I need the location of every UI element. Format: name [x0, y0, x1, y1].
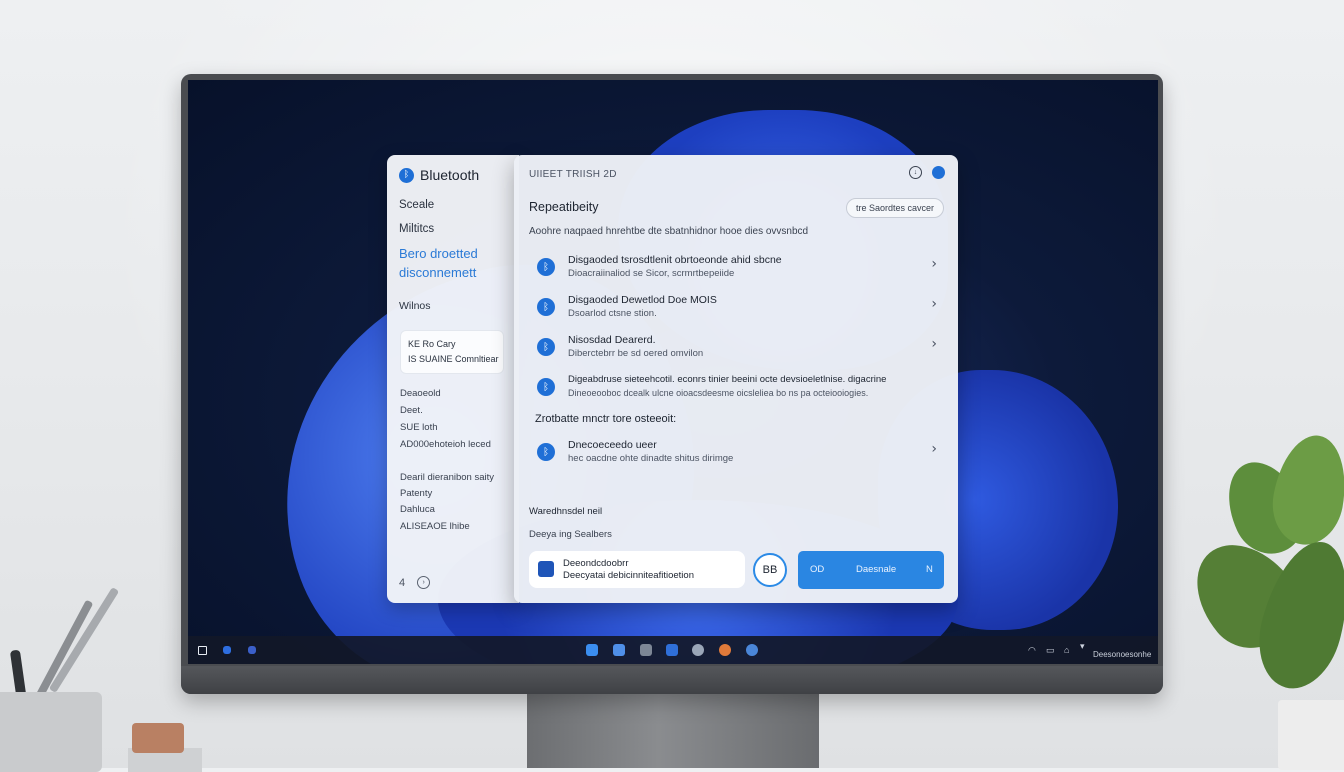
- pairing-ring-button[interactable]: BB: [753, 553, 787, 587]
- file-explorer-icon[interactable]: [613, 644, 625, 656]
- battery-icon[interactable]: ⌂: [1064, 645, 1069, 655]
- pen-holder: [0, 692, 102, 772]
- device-row[interactable]: ᛒ Dnecoeceedo ueer hec oacdne ohte dinad…: [537, 437, 937, 473]
- search-icon[interactable]: [223, 646, 231, 654]
- footer-title: Waredhnsdel neil: [529, 506, 603, 517]
- notes-icon[interactable]: [640, 644, 652, 656]
- chevron-right-icon[interactable]: ›: [931, 336, 937, 352]
- footer-subtitle: Deeya ing Sealbers: [529, 529, 612, 540]
- breadcrumb: UIIEET TRIISH 2D: [529, 169, 617, 180]
- store-icon[interactable]: [666, 644, 678, 656]
- sidebar-group-item[interactable]: Patenty: [400, 488, 432, 499]
- sidebar-group-item[interactable]: Deaoeold: [400, 388, 441, 399]
- sidebar-card[interactable]: KE Ro Cary IS SUAINE Comnltiear: [400, 330, 504, 374]
- back-button[interactable]: 4: [399, 577, 405, 589]
- sidebar-group-item[interactable]: Dearil dieranibon saity: [400, 472, 494, 483]
- filter-pill-button[interactable]: tre Saordtes cavcer: [845, 198, 944, 218]
- volume-icon[interactable]: ▭: [1046, 645, 1055, 656]
- chevron-right-icon[interactable]: ›: [931, 256, 937, 272]
- connect-button-right: N: [926, 564, 933, 575]
- firefox-icon[interactable]: [719, 644, 731, 656]
- bluetooth-icon: ᛒ: [537, 443, 555, 461]
- connect-button-label: Daesnale: [856, 564, 897, 575]
- tray-clock[interactable]: Deesonoesonhe: [1093, 650, 1151, 659]
- bluetooth-icon: ᛒ: [537, 298, 555, 316]
- monitor-chin: [181, 666, 1163, 694]
- sidebar-title-text: Bluetooth: [420, 167, 480, 183]
- edge-icon[interactable]: [746, 644, 758, 656]
- taskbar: ◠ ▭ ⌂ ▾ Deesonoesonhe: [188, 636, 1158, 664]
- device-row[interactable]: ᛒ Disgaoded Dewetlod Doe MOIS Dsoarlod c…: [537, 292, 937, 328]
- section-heading: Zrotbatte mnctr tore osteeoit:: [535, 413, 677, 425]
- device-thumbnail-icon: [538, 561, 554, 577]
- settings-sidebar: ᛒ Bluetooth Sceale Miltitcs Bero droette…: [387, 155, 519, 603]
- network-icon[interactable]: ▾: [1080, 641, 1085, 652]
- wifi-icon[interactable]: ◠: [1028, 645, 1036, 656]
- device-row[interactable]: ᛒ Digeabdruse sieteehcotil. econrs tinie…: [537, 372, 937, 408]
- bluetooth-icon: ᛒ: [537, 378, 555, 396]
- sidebar-link[interactable]: Bero droetted: [399, 244, 478, 263]
- device-card[interactable]: Deeondcdoobrr Deecyatai debicinniteafiti…: [529, 551, 745, 588]
- device-subtitle: Dioacraiinaliod se Sicor, scrmrtbepeiide: [568, 268, 735, 279]
- sidebar-card-line: IS SUAINE Comnltiear: [408, 354, 499, 364]
- device-card-subtitle: Deecyatai debicinniteafitioetion: [563, 570, 694, 581]
- device-subtitle: Diberctebrr be sd oered omvilon: [568, 348, 704, 359]
- desk-block: [132, 723, 184, 753]
- sidebar-group-item[interactable]: Dahluca: [400, 504, 435, 515]
- windows-icon[interactable]: [586, 644, 598, 656]
- connect-button-left: OD: [810, 564, 825, 575]
- device-row[interactable]: ᛒ Disgaoded tsrosdtlenit obrtoeonde ahid…: [537, 252, 937, 288]
- device-title: Digeabdruse sieteehcotil. econrs tinier …: [568, 374, 887, 385]
- sidebar-item[interactable]: Miltitcs: [399, 223, 434, 235]
- info-icon[interactable]: ↓: [909, 166, 922, 179]
- sidebar-group-item[interactable]: AD000ehoteioh leced: [400, 439, 491, 450]
- chevron-right-icon[interactable]: ›: [931, 296, 937, 312]
- sidebar-group-item[interactable]: ALISEAOE lhibe: [400, 521, 470, 532]
- sidebar-title: ᛒ Bluetooth: [399, 167, 479, 183]
- sidebar-item[interactable]: Sceale: [399, 199, 434, 211]
- device-subtitle: hec oacdne ohte dinadte shitus dirimge: [568, 453, 734, 464]
- monitor-stand: [527, 692, 819, 768]
- device-title: Nisosdad Dearerd.: [568, 334, 656, 346]
- bluetooth-icon: ᛒ: [537, 338, 555, 356]
- page-title: Repeatibeity: [529, 200, 599, 214]
- device-title: Disgaoded tsrosdtlenit obrtoeonde ahid s…: [568, 254, 782, 266]
- sidebar-card-line: KE Ro Cary: [408, 339, 456, 349]
- browser-icon[interactable]: [692, 644, 704, 656]
- bluetooth-icon: ᛒ: [537, 258, 555, 276]
- device-title: Disgaoded Dewetlod Doe MOIS: [568, 294, 717, 306]
- bluetooth-settings-window: UIIEET TRIISH 2D ↓ Repeatibeity tre Saor…: [514, 155, 958, 603]
- chevron-right-icon[interactable]: ›: [931, 441, 937, 457]
- device-title: Dnecoeceedo ueer: [568, 439, 657, 451]
- window-controls: ↓: [909, 166, 945, 179]
- device-subtitle: Dsoarlod ctsne stion.: [568, 308, 657, 319]
- plant-pot: [1278, 700, 1344, 770]
- sidebar-item[interactable]: Wilnos: [399, 300, 431, 312]
- page-description: Aoohre naqpaed hnrehtbe dte sbatnhidnor …: [529, 226, 809, 237]
- help-icon[interactable]: ›: [417, 576, 431, 589]
- widgets-icon[interactable]: [248, 646, 256, 654]
- sidebar-group-item[interactable]: SUE loth: [400, 422, 438, 433]
- device-row[interactable]: ᛒ Nisosdad Dearerd. Diberctebrr be sd oe…: [537, 332, 937, 368]
- sidebar-link[interactable]: disconnemett: [399, 263, 476, 282]
- device-subtitle: Dineoeooboc dcealk ulcne oioacsdeesme oi…: [568, 388, 869, 398]
- connect-button[interactable]: OD Daesnale N: [798, 551, 944, 589]
- start-icon[interactable]: [198, 646, 207, 655]
- bluetooth-icon: ᛒ: [399, 167, 414, 183]
- sidebar-group-item[interactable]: Deet.: [400, 405, 423, 416]
- status-dot-icon[interactable]: [932, 166, 945, 179]
- sidebar-bottom-controls: 4 ›: [399, 576, 431, 589]
- device-card-title: Deeondcdoobrr: [563, 558, 629, 569]
